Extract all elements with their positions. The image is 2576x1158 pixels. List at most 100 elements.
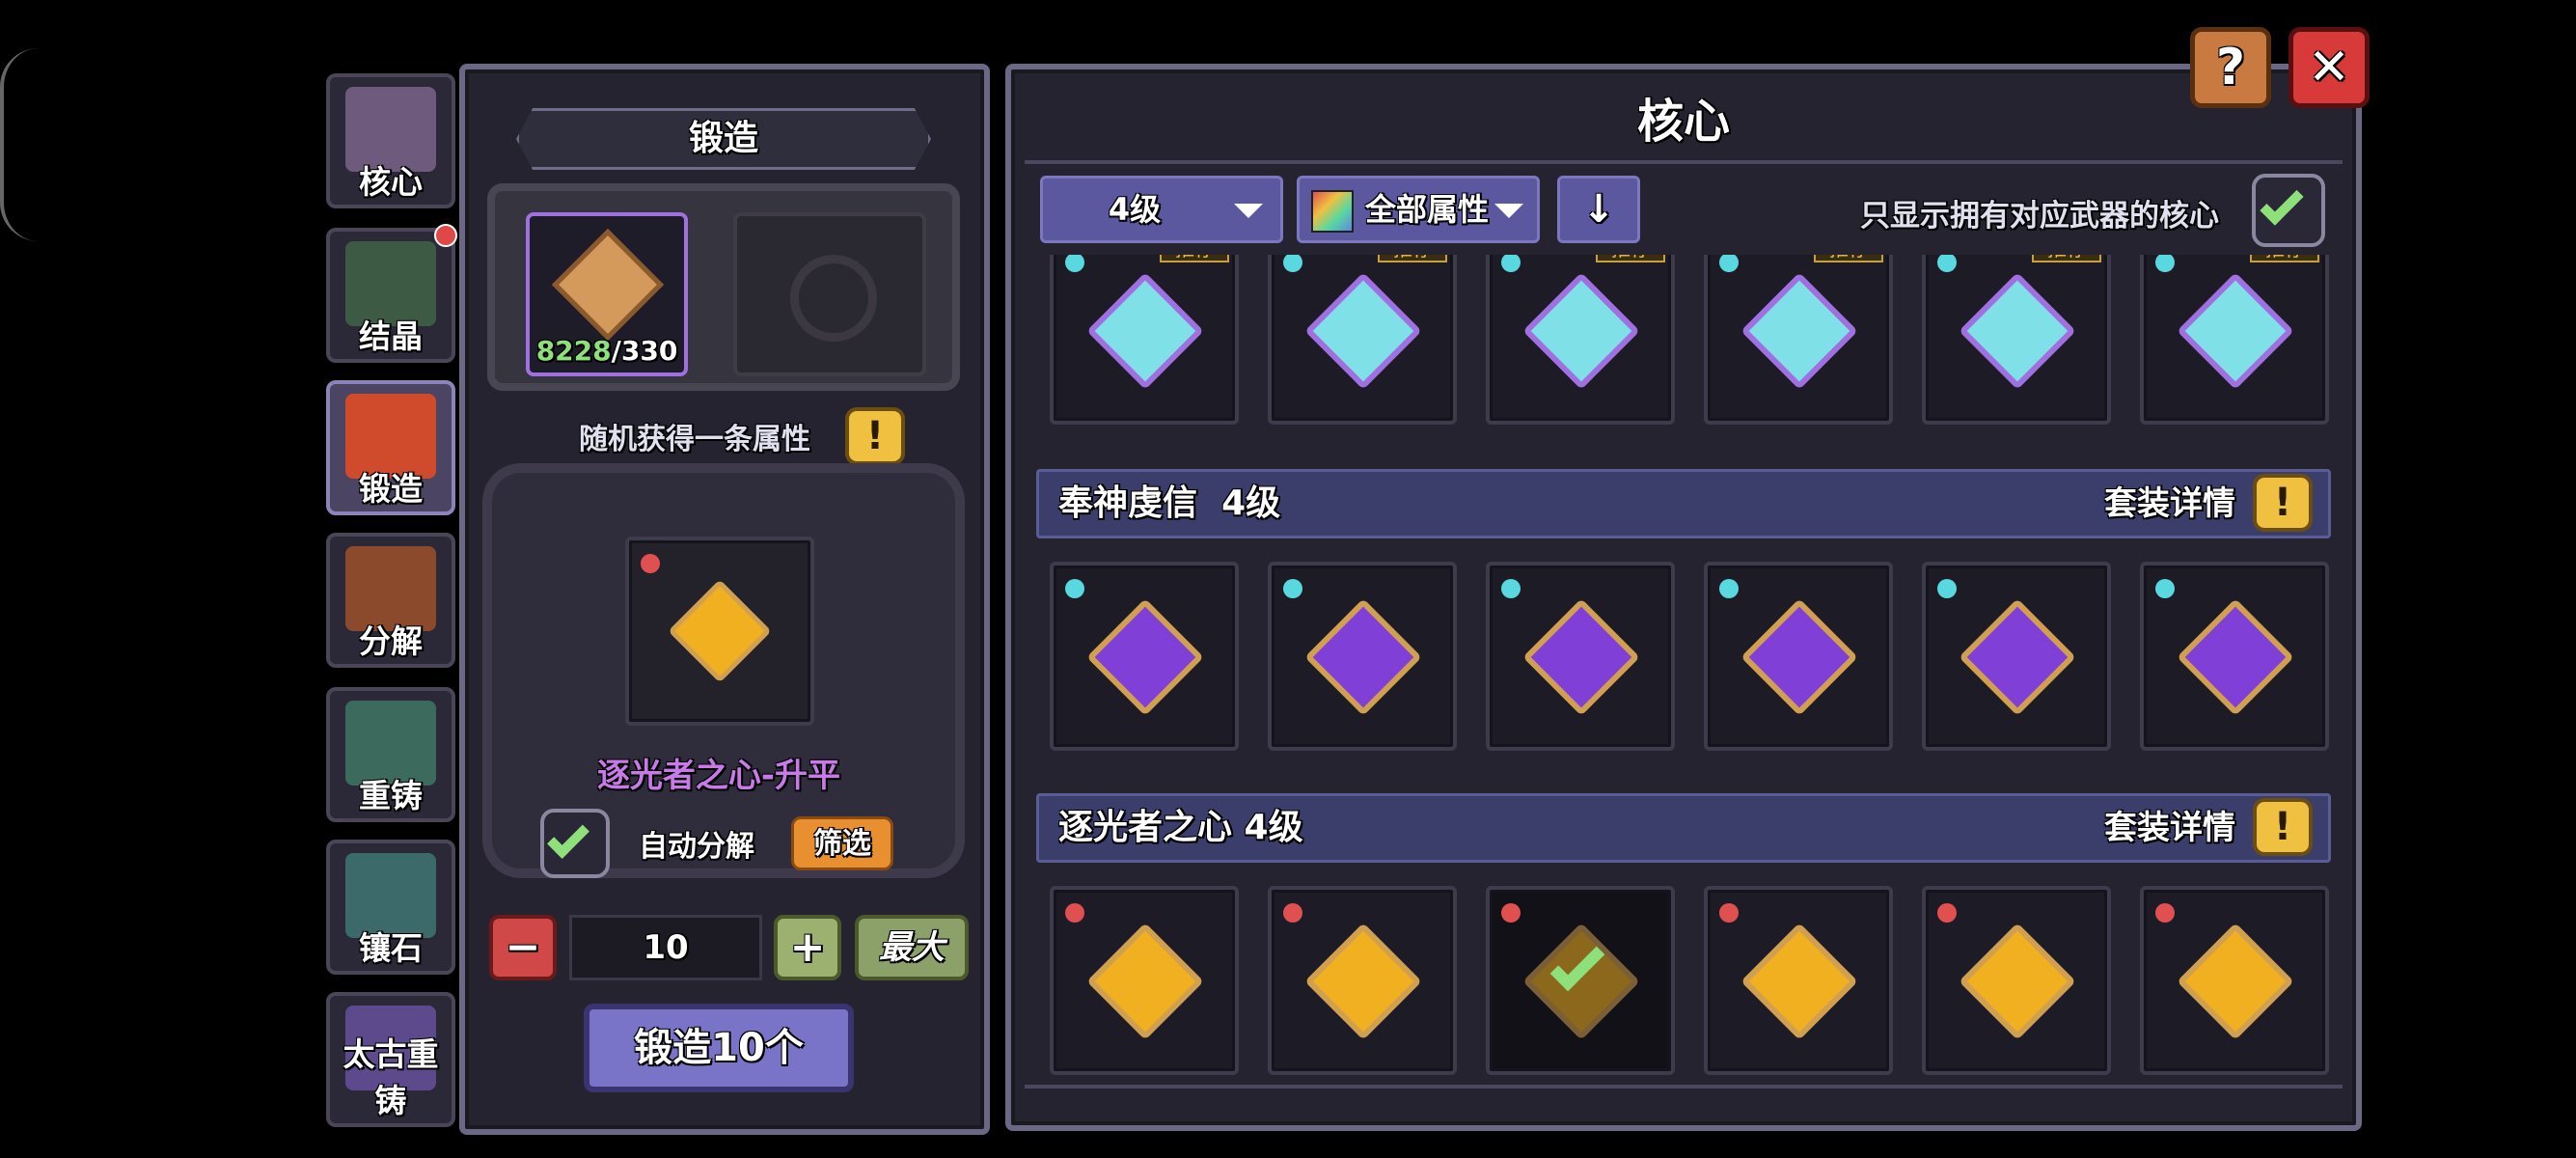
core-icon <box>1304 923 1422 1040</box>
cores-divider <box>1025 160 2343 164</box>
recommend-tag: 推存 <box>2250 255 2319 262</box>
core-slot[interactable]: 推存 <box>1268 255 1457 425</box>
decrease-button[interactable]: − <box>489 915 557 980</box>
edge-arc <box>0 48 39 241</box>
nav-item-0[interactable]: 核心 <box>326 73 455 208</box>
element-icon <box>1937 579 1957 598</box>
core-slot[interactable] <box>1704 886 1893 1075</box>
result-slot[interactable] <box>625 537 814 726</box>
random-attr-label: 随机获得一条属性 <box>579 423 810 456</box>
core-slot[interactable] <box>1922 562 2111 751</box>
core-icon <box>1959 272 2076 390</box>
set-name: 逐光者之心 4级 <box>1058 808 1303 847</box>
level-select[interactable]: 4级 <box>1040 176 1283 243</box>
auto-decompose-checkbox[interactable] <box>540 809 610 878</box>
set-header: 逐光者之心 4级 套装详情! <box>1036 793 2331 863</box>
core-slot[interactable] <box>1050 886 1239 1075</box>
recommend-tag: 推存 <box>1160 255 1229 262</box>
recommend-tag: 推存 <box>1814 255 1883 262</box>
core-slot[interactable]: 推存 <box>1704 255 1893 425</box>
help-button[interactable]: ? <box>2190 27 2271 108</box>
owned-weapon-filter-checkbox[interactable] <box>2252 174 2325 247</box>
element-icon <box>2155 255 2175 272</box>
material-slot[interactable]: 8228/330 <box>526 212 688 376</box>
checkmark-icon <box>547 816 589 859</box>
prohibited-icon <box>790 255 877 342</box>
element-icon <box>1937 903 1957 923</box>
core-icon <box>1086 272 1204 390</box>
core-slot[interactable] <box>1050 562 1239 751</box>
element-icon <box>1283 255 1302 272</box>
nav-item-6[interactable]: 太古重铸 <box>326 992 455 1127</box>
quantity-value: 10 <box>643 928 689 967</box>
core-icon <box>668 579 772 683</box>
forge-scroll-icon <box>552 229 664 341</box>
nav-item-5[interactable]: 镶石 <box>326 840 455 975</box>
element-icon <box>1283 903 1302 923</box>
random-attr-info-button[interactable]: ! <box>845 407 905 465</box>
core-slot[interactable] <box>1922 886 2111 1075</box>
nav-label: 镶石 <box>359 929 423 967</box>
nav-label: 分解 <box>359 622 423 660</box>
nav-label: 核心 <box>359 163 423 201</box>
forge-title: 锻造 <box>688 119 758 158</box>
recommend-tag: 推存 <box>2032 255 2101 262</box>
set-header: 奉神虔信 4级 套装详情! <box>1036 469 2331 538</box>
element-icon <box>1719 903 1739 923</box>
core-slot[interactable]: 推存 <box>1050 255 1239 425</box>
nav-label: 重铸 <box>359 777 423 814</box>
element-icon <box>1501 255 1521 272</box>
nav-label: 结晶 <box>359 317 423 355</box>
core-icon <box>1304 272 1422 390</box>
element-icon <box>1065 579 1084 598</box>
notification-dot <box>434 224 457 247</box>
core-icon <box>2177 598 2294 716</box>
sort-button[interactable]: ↓ <box>1557 176 1640 243</box>
set-detail-label[interactable]: 套装详情 <box>2104 796 2235 860</box>
element-icon <box>2155 903 2175 923</box>
core-slot[interactable] <box>1486 886 1675 1075</box>
nav-item-4[interactable]: 重铸 <box>326 687 455 822</box>
core-slot[interactable] <box>2140 562 2329 751</box>
recommend-tag: 推存 <box>1378 255 1447 262</box>
set-detail-label[interactable]: 套装详情 <box>2104 472 2235 536</box>
close-button[interactable]: ✕ <box>2288 27 2370 108</box>
all-attributes-icon <box>1311 190 1354 233</box>
fire-element-icon <box>641 554 660 573</box>
increase-button[interactable]: + <box>774 915 841 980</box>
nav-item-2[interactable]: 锻造 <box>326 380 455 515</box>
element-icon <box>1501 579 1521 598</box>
core-slot[interactable]: 推存 <box>2140 255 2329 425</box>
max-button[interactable]: 最大 <box>855 915 969 980</box>
core-slot[interactable] <box>1268 886 1457 1075</box>
level-select-value: 4级 <box>1108 191 1162 228</box>
core-slot[interactable] <box>1704 562 1893 751</box>
nav-item-1[interactable]: 结晶 <box>326 228 455 363</box>
auto-decompose-label: 自动分解 <box>639 830 754 864</box>
core-slot[interactable]: 推存 <box>1486 255 1675 425</box>
core-slot[interactable] <box>2140 886 2329 1075</box>
core-slot[interactable] <box>1486 562 1675 751</box>
core-icon <box>2177 923 2294 1040</box>
attr-select[interactable]: 全部属性 <box>1297 176 1540 243</box>
core-list[interactable]: 推存 推存 推存 推存 推存 推存奉神虔信 4级套装详情! 逐光者之心 4级 套装详情! <box>1025 255 2343 1085</box>
element-icon <box>1937 255 1957 272</box>
forge-button[interactable]: 锻造10个 <box>584 1004 854 1092</box>
core-icon <box>1522 598 1640 716</box>
filter-button[interactable]: 筛选 <box>791 816 893 870</box>
nav-label: 太古重铸 <box>343 1035 439 1119</box>
element-icon <box>1501 903 1521 923</box>
chevron-down-icon <box>1494 204 1523 218</box>
set-detail-info-button[interactable]: ! <box>2253 474 2313 532</box>
checkmark-icon <box>2260 181 2304 226</box>
element-icon <box>1065 255 1084 272</box>
core-icon <box>1740 598 1858 716</box>
set-detail-info-button[interactable]: ! <box>2253 798 2313 856</box>
core-slot[interactable] <box>1268 562 1457 751</box>
element-icon <box>1283 579 1302 598</box>
core-slot[interactable]: 推存 <box>1922 255 2111 425</box>
element-icon <box>1719 255 1739 272</box>
nav-item-3[interactable]: 分解 <box>326 533 455 668</box>
core-icon <box>2177 272 2294 390</box>
owned-weapon-filter-label: 只显示拥有对应武器的核心 <box>1860 199 2219 234</box>
